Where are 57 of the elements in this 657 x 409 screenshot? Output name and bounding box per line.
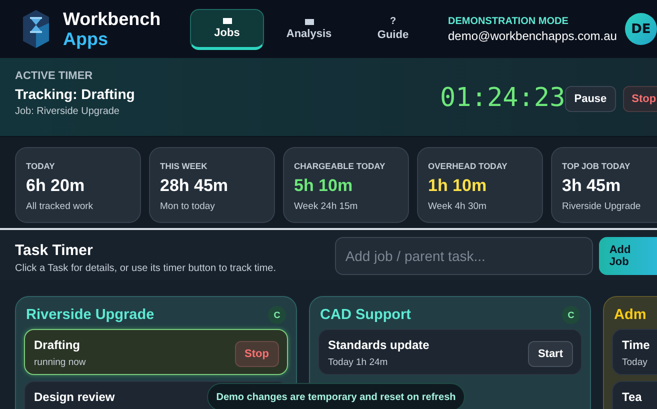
stat-label: THIS WEEK	[160, 161, 208, 171]
tracking-title: Tracking: Drafting	[15, 86, 136, 102]
job-title[interactable]: Riverside Upgrade	[26, 307, 154, 323]
job-title[interactable]: CAD Support	[320, 307, 412, 323]
section-title: Task Timer	[15, 242, 94, 259]
stat-note: Mon to today	[160, 201, 216, 212]
job-label: Job: Riverside Upgrade	[15, 106, 120, 117]
task-row[interactable]: Standards update Today 1h 24m Start	[318, 329, 582, 375]
task-name: Tea	[622, 390, 642, 404]
job-title[interactable]: Adm	[614, 307, 646, 323]
demo-mode-label: DEMONSTRATION MODE	[448, 16, 570, 26]
task-timer-button[interactable]: Stop	[234, 341, 279, 367]
user-avatar[interactable]: DE	[624, 13, 657, 45]
nav-tab[interactable]: Analysis	[270, 8, 348, 50]
task-row[interactable]: Drafting running now Stop	[24, 329, 288, 375]
task-name: Time	[622, 338, 650, 352]
stat-label: TODAY	[26, 161, 56, 171]
category-badge: C	[562, 306, 580, 324]
question-mark-icon: ?	[390, 17, 396, 26]
timer-button[interactable]: Stop	[622, 86, 657, 112]
stat-value: 3h 45m	[562, 176, 622, 196]
task-row[interactable]: Tea	[612, 381, 657, 409]
category-badge: C	[268, 306, 286, 324]
stat-note: Riverside Upgrade	[562, 201, 642, 212]
task-timer-button[interactable]: Start	[528, 341, 573, 367]
demo-toast: Demo changes are temporary and reset on refresh	[207, 383, 465, 409]
brand-name: Workbench	[63, 9, 161, 29]
square-icon	[304, 18, 314, 24]
hourglass-logo-icon	[22, 9, 50, 49]
task-name: Standards update	[328, 338, 430, 352]
add-job-button[interactable]: Add Job	[599, 237, 657, 275]
section-hint: Click a Task for details, or use its timer button to track time.	[15, 263, 278, 274]
account-email: demo@workbenchapps.com.au	[448, 28, 617, 42]
stat-note: All tracked work	[26, 201, 94, 212]
add-job-field[interactable]: Add job / parent task...	[335, 237, 594, 275]
stat-value: 5h 10m	[294, 176, 354, 196]
stat-note: Week 24h 15m	[294, 201, 359, 212]
nav-tab[interactable]: Jobs	[190, 8, 264, 50]
stat-label: TOP JOB TODAY	[562, 161, 632, 171]
square-icon	[222, 18, 232, 24]
stat-value: 1h 10m	[428, 176, 488, 196]
stat-label: CHARGEABLE TODAY	[294, 161, 386, 171]
elapsed-time: 01:24:23	[440, 83, 566, 113]
task-row[interactable]: Time Today	[612, 329, 657, 375]
stat-value: 28h 45m	[160, 176, 230, 196]
nav-tab[interactable]: ? Guide	[354, 8, 432, 50]
brand-subtitle: Apps	[63, 29, 109, 49]
stat-value: 6h 20m	[26, 176, 86, 196]
section-label: ACTIVE TIMER	[15, 70, 94, 82]
task-name: Drafting	[34, 338, 81, 352]
task-detail: Today	[622, 357, 648, 368]
stat-note: Week 4h 30m	[428, 201, 488, 212]
timer-button[interactable]: Pause	[565, 86, 616, 112]
task-detail: Today 1h 24m	[328, 357, 389, 368]
stat-label: OVERHEAD TODAY	[428, 161, 508, 171]
task-detail: running now	[34, 357, 86, 368]
task-name: Design review	[34, 390, 115, 404]
